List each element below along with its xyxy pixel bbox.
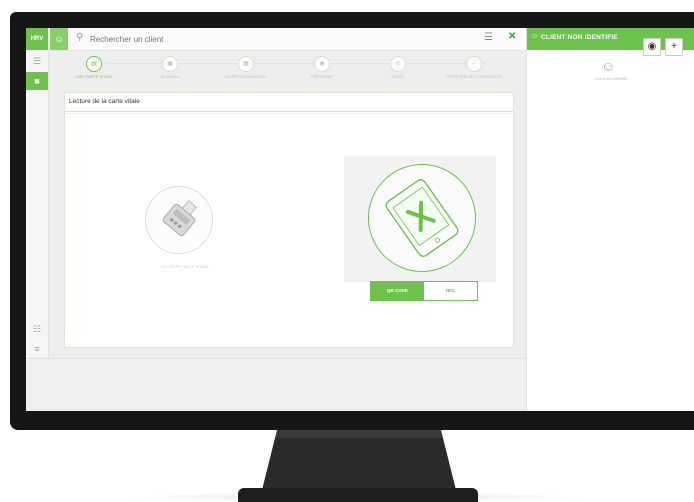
filter-icon[interactable]: ☰: [484, 32, 493, 43]
client-panel: ☺ CLIENT NON IDENTIFIE ◉ + ☺ Client non …: [526, 28, 694, 411]
cart-icon: ◎: [390, 56, 406, 72]
scan-mode-toggle: QR CODE NFC: [370, 281, 478, 301]
reader-caption: LECTEUR CARTE VITALE: [161, 264, 209, 269]
client-panel-title: CLIENT NON IDENTIFIE: [541, 34, 618, 41]
step-label: CERTIFIER LA DISPENSATION: [445, 75, 503, 79]
phone-icon: [385, 179, 459, 257]
home-icon: ■: [34, 76, 40, 86]
qrcode-option[interactable]: QR CODE: [371, 282, 424, 300]
step-label: SAISIR ORDONNANCE: [224, 75, 268, 79]
search-input[interactable]: [90, 32, 390, 46]
document-icon: ▦: [238, 56, 254, 72]
app-logo[interactable]: HRV: [26, 28, 48, 50]
person-icon: ☺: [531, 33, 539, 40]
card-reader-illustration: [145, 186, 213, 254]
sidebar-item-grid[interactable]: ≡: [26, 340, 48, 358]
bottom-area: [26, 358, 526, 411]
step-label: VENTE: [391, 75, 405, 79]
close-icon[interactable]: ✕: [508, 31, 516, 42]
sidebar-item-active[interactable]: ■: [26, 72, 48, 90]
search-icon: ⚲: [76, 32, 84, 43]
grid-icon: ≡: [34, 344, 40, 354]
card-divider-shade: [65, 113, 513, 114]
step-dispenser[interactable]: ◉ DISPENSER: [284, 52, 360, 80]
client-hint: Client non identifié: [594, 76, 628, 81]
card-icon: ▤: [86, 56, 102, 72]
certificate-icon: ✓: [466, 56, 482, 72]
user-icon[interactable]: ☺: [50, 28, 68, 50]
card-title: Lecture de la carte vitale: [69, 98, 140, 105]
step-certifier[interactable]: ✓ CERTIFIER LA DISPENSATION: [436, 52, 512, 80]
step-saisir-ordonnance[interactable]: ▦ SAISIR ORDONNANCE: [208, 52, 284, 80]
app-screen: HRV ☺ ⚲ ☰ ✕ ☰ ■ ☷ ≡ ▤ LIRE CARTE VITALE …: [26, 28, 694, 411]
step-vente[interactable]: ◎ VENTE: [360, 52, 436, 80]
step-scanner[interactable]: ▣ SCANNER: [132, 52, 208, 80]
sidebar-item-list[interactable]: ☰: [26, 52, 48, 70]
scan-icon: ▣: [162, 56, 178, 72]
list-icon: ☰: [32, 56, 42, 66]
user-placeholder-icon: ☺: [601, 58, 616, 74]
phone-illustration: [368, 164, 476, 272]
identify-client-icon[interactable]: ◉: [643, 38, 661, 56]
sidebar-item-stats[interactable]: ☷: [26, 320, 48, 338]
step-label: LIRE CARTE VITALE: [75, 75, 113, 79]
step-lire-carte-vitale[interactable]: ▤ LIRE CARTE VITALE: [56, 52, 132, 80]
stats-icon: ☷: [32, 324, 42, 334]
step-label: SCANNER: [160, 75, 180, 79]
step-label: DISPENSER: [310, 75, 334, 79]
card-divider: [65, 111, 513, 112]
nfc-option[interactable]: NFC: [424, 282, 477, 300]
card-reader-icon: [162, 200, 197, 237]
sidebar: ☰ ■ ☷ ≡: [26, 50, 49, 411]
add-client-button[interactable]: +: [665, 38, 683, 56]
dispensing-stepper: ▤ LIRE CARTE VITALE ▣ SCANNER ▦ SAISIR O…: [56, 52, 526, 88]
monitor-stand-base: [238, 488, 478, 502]
pill-icon: ◉: [314, 56, 330, 72]
